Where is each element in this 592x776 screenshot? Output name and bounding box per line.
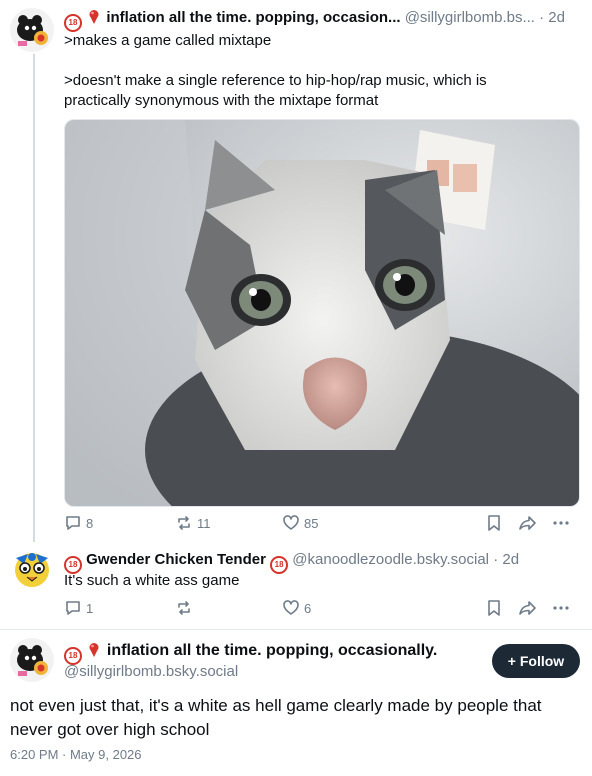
ellipsis-icon (553, 521, 569, 525)
like-button[interactable]: 85 (282, 514, 318, 532)
divider (0, 629, 592, 630)
post-text-line: >doesn't make a single reference to hip-… (64, 72, 487, 89)
post-actions: 1 6 (64, 599, 578, 619)
repost-count: 11 (197, 515, 211, 531)
handle[interactable]: @sillygirlbomb.bs... (405, 9, 535, 26)
reply-button[interactable]: 1 (64, 599, 93, 617)
post-actions: 8 11 85 (64, 514, 578, 534)
post-age[interactable]: · 2d (493, 551, 519, 568)
bookmark-icon (488, 515, 500, 531)
age-18-badge-icon: 18 (64, 14, 82, 32)
display-name[interactable]: inflation all the time. popping, occasio… (106, 9, 400, 26)
thread-line (33, 54, 35, 542)
avatar[interactable] (10, 8, 54, 52)
ellipsis-icon (553, 606, 569, 610)
post-timestamp[interactable]: 6:20 PM · May 9, 2026 (10, 747, 142, 762)
share-icon (519, 601, 536, 615)
reply-count: 1 (86, 600, 94, 616)
like-count: 6 (304, 600, 312, 616)
reply-icon (66, 601, 80, 615)
repost-icon (178, 601, 190, 615)
avatar[interactable] (10, 546, 54, 590)
reply-count: 8 (86, 515, 94, 531)
pin-icon (89, 643, 99, 657)
post-text: not even just that, it's a white as hell… (10, 696, 542, 739)
heart-icon (283, 515, 299, 530)
repost-icon (178, 516, 190, 530)
post-text: It's such a white ass game (64, 572, 240, 589)
display-name[interactable]: Gwender Chicken Tender (86, 551, 266, 568)
bookmark-button[interactable] (486, 514, 502, 532)
reply-button[interactable]: 8 (64, 514, 93, 532)
more-options-button[interactable] (552, 599, 570, 617)
follow-button[interactable]: + Follow (492, 644, 580, 678)
like-count: 85 (304, 515, 319, 531)
like-button[interactable]: 6 (282, 599, 311, 617)
bookmark-button[interactable] (486, 599, 502, 617)
bookmark-icon (488, 600, 500, 616)
share-icon (519, 516, 536, 530)
post-text-line: >makes a game called mixtape (64, 32, 272, 49)
avatar[interactable] (10, 638, 54, 682)
handle[interactable]: @sillygirlbomb.bsky.social (64, 662, 238, 682)
handle[interactable]: @kanoodlezoodle.bsky.social (292, 551, 489, 568)
heart-icon (283, 600, 299, 615)
post-text-line: practically synonymous with the mixtape … (64, 92, 379, 109)
post-image-cat[interactable] (64, 119, 580, 507)
repost-button[interactable]: 11 (175, 514, 211, 532)
pin-icon (89, 10, 99, 24)
reply-icon (66, 516, 80, 530)
repost-button[interactable] (175, 599, 197, 617)
share-button[interactable] (518, 599, 538, 617)
post-header: 18 inflation all the time. popping, occa… (64, 8, 565, 32)
post-age[interactable]: · 2d (539, 9, 565, 26)
share-button[interactable] (518, 514, 538, 532)
cat-photo-icon (65, 120, 579, 506)
more-options-button[interactable] (552, 514, 570, 532)
age-18-badge-icon: 18 (270, 556, 289, 574)
display-name[interactable]: inflation all the time. popping, occasio… (107, 642, 437, 659)
